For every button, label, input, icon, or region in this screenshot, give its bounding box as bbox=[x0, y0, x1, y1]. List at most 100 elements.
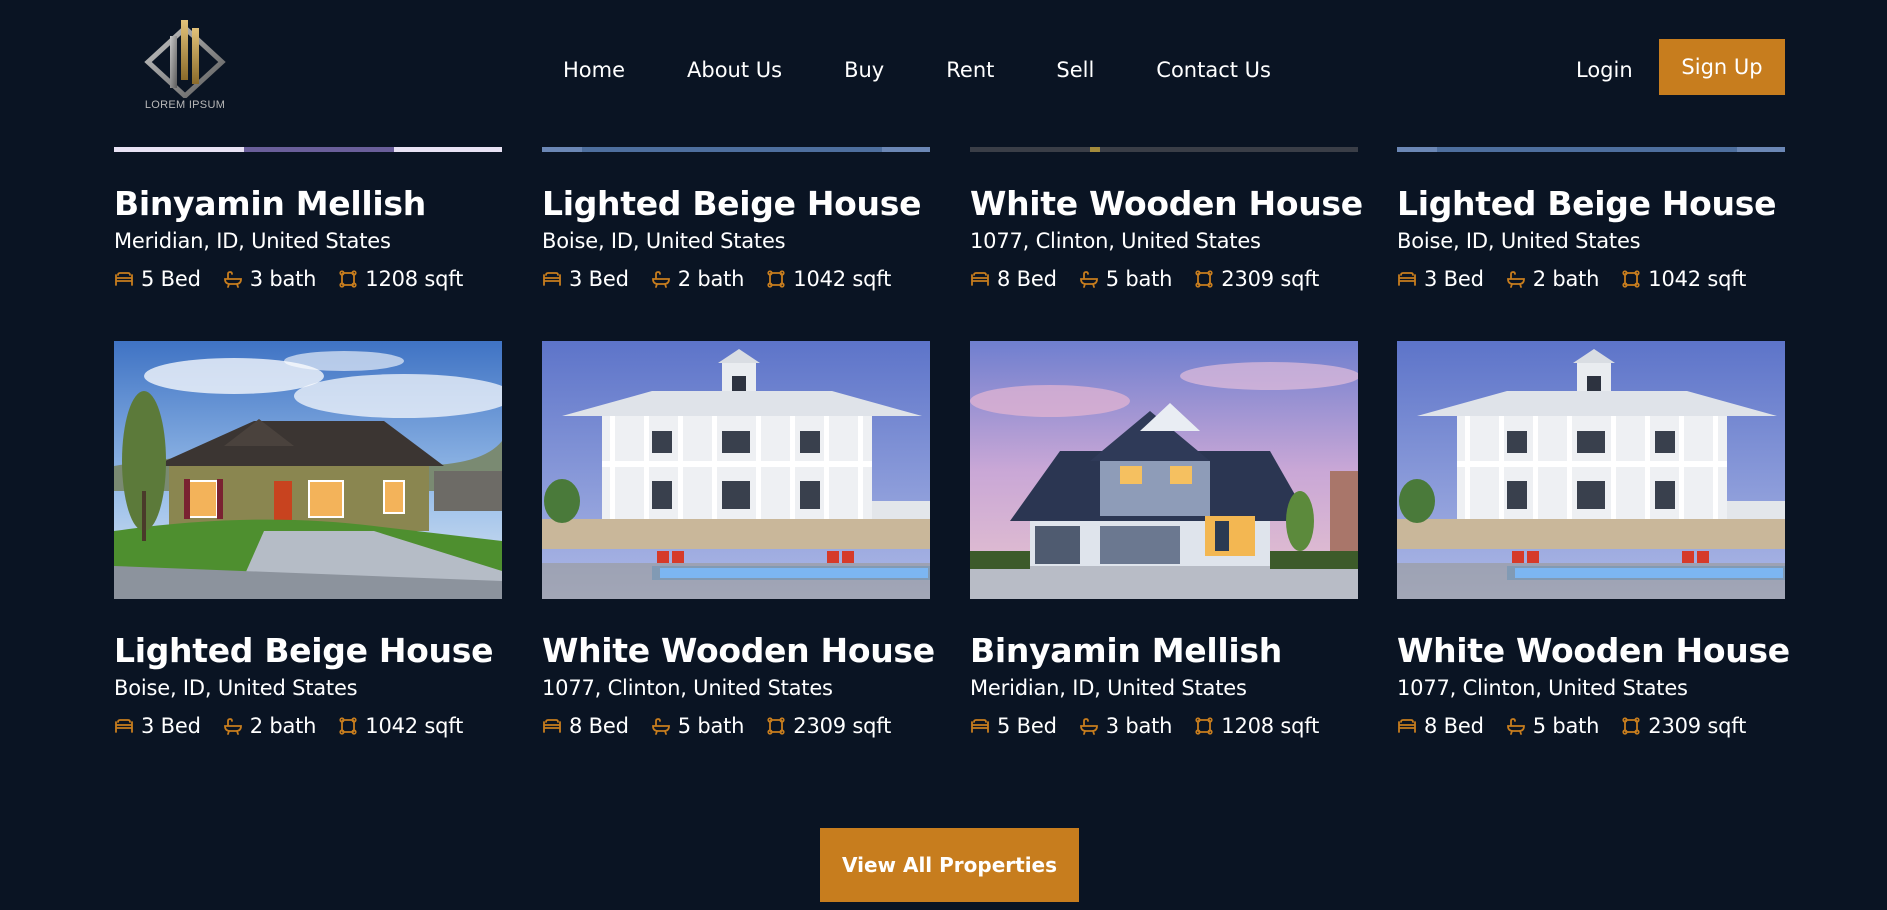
bath-icon bbox=[651, 269, 671, 289]
property-features: 3 Bed 2 bath 1042 sqft bbox=[542, 267, 930, 291]
bath-icon bbox=[1079, 716, 1099, 736]
bath-count: 5 bath bbox=[651, 714, 744, 738]
area-size: 2309 sqft bbox=[766, 714, 891, 738]
bed-icon bbox=[1397, 269, 1417, 289]
area-label: 1208 sqft bbox=[365, 267, 464, 291]
bed-icon bbox=[114, 716, 134, 736]
property-title[interactable]: Lighted Beige House bbox=[114, 631, 502, 670]
bath-label: 3 bath bbox=[1105, 714, 1173, 738]
view-all-properties-button[interactable]: View All Properties bbox=[820, 828, 1079, 902]
property-card[interactable]: White Wooden House 1077, Clinton, United… bbox=[970, 184, 1363, 291]
bed-label: 3 Bed bbox=[141, 714, 201, 738]
property-image[interactable] bbox=[970, 341, 1358, 599]
area-size: 1208 sqft bbox=[338, 267, 463, 291]
property-features: 8 Bed 5 bath 2309 sqft bbox=[542, 714, 930, 738]
property-card[interactable]: White Wooden House 1077, Clinton, United… bbox=[542, 341, 935, 738]
property-address: Boise, ID, United States bbox=[1397, 229, 1641, 253]
nav-item-sell[interactable]: Sell bbox=[1056, 58, 1094, 82]
nav-item-buy[interactable]: Buy bbox=[844, 58, 884, 82]
area-icon bbox=[1621, 716, 1641, 736]
property-card[interactable]: Binyamin Mellish Meridian, ID, United St… bbox=[970, 341, 1358, 738]
bed-label: 8 Bed bbox=[997, 267, 1057, 291]
property-title[interactable]: White Wooden House bbox=[1397, 631, 1790, 670]
area-label: 1042 sqft bbox=[1648, 267, 1747, 291]
property-title[interactable]: White Wooden House bbox=[970, 184, 1363, 223]
nav-item-home[interactable]: Home bbox=[563, 58, 625, 82]
property-card[interactable]: White Wooden House 1077, Clinton, United… bbox=[1397, 341, 1790, 738]
bath-label: 3 bath bbox=[249, 267, 317, 291]
bed-count: 3 Bed bbox=[1397, 267, 1484, 291]
area-icon bbox=[1194, 716, 1214, 736]
bed-count: 8 Bed bbox=[542, 714, 629, 738]
property-address: 1077, Clinton, United States bbox=[542, 676, 833, 700]
property-card[interactable]: Lighted Beige House Boise, ID, United St… bbox=[542, 184, 930, 291]
property-title[interactable]: Lighted Beige House bbox=[542, 184, 930, 223]
nav-item-rent[interactable]: Rent bbox=[946, 58, 994, 82]
area-label: 1042 sqft bbox=[365, 714, 464, 738]
area-size: 2309 sqft bbox=[1621, 714, 1746, 738]
bath-count: 2 bath bbox=[1506, 267, 1599, 291]
property-card[interactable]: Lighted Beige House Boise, ID, United St… bbox=[114, 341, 502, 738]
property-image[interactable] bbox=[542, 341, 930, 599]
property-address: 1077, Clinton, United States bbox=[1397, 676, 1688, 700]
property-features: 5 Bed 3 bath 1208 sqft bbox=[970, 714, 1358, 738]
bed-count: 3 Bed bbox=[542, 267, 629, 291]
logo-mark-icon bbox=[144, 20, 226, 98]
area-size: 2309 sqft bbox=[1194, 267, 1319, 291]
property-image[interactable] bbox=[114, 341, 502, 599]
bed-icon bbox=[542, 269, 562, 289]
bath-count: 5 bath bbox=[1506, 714, 1600, 738]
bed-label: 8 Bed bbox=[1424, 714, 1484, 738]
property-image-partial[interactable] bbox=[542, 143, 930, 152]
property-image[interactable] bbox=[1397, 341, 1785, 599]
brand-logo[interactable]: LOREM IPSUM bbox=[140, 16, 230, 116]
area-label: 1208 sqft bbox=[1221, 714, 1320, 738]
area-label: 2309 sqft bbox=[1221, 267, 1320, 291]
property-image-partial[interactable] bbox=[970, 143, 1358, 152]
bath-icon bbox=[223, 269, 243, 289]
property-title[interactable]: White Wooden House bbox=[542, 631, 935, 670]
area-icon bbox=[766, 716, 786, 736]
property-title[interactable]: Lighted Beige House bbox=[1397, 184, 1785, 223]
bed-count: 8 Bed bbox=[1397, 714, 1484, 738]
property-image-partial[interactable] bbox=[114, 143, 502, 152]
bath-count: 5 bath bbox=[1079, 267, 1173, 291]
bath-count: 2 bath bbox=[651, 267, 745, 291]
area-size: 1042 sqft bbox=[1621, 267, 1746, 291]
bath-icon bbox=[223, 716, 243, 736]
bed-icon bbox=[970, 716, 990, 736]
area-icon bbox=[338, 269, 358, 289]
area-icon bbox=[1194, 269, 1214, 289]
property-address: Meridian, ID, United States bbox=[114, 229, 391, 253]
property-address: Meridian, ID, United States bbox=[970, 676, 1247, 700]
area-size: 1042 sqft bbox=[766, 267, 891, 291]
bath-icon bbox=[1506, 269, 1526, 289]
bath-label: 2 bath bbox=[677, 267, 745, 291]
bath-label: 5 bath bbox=[1105, 267, 1173, 291]
main-nav: Home About Us Buy Rent Sell Contact Us bbox=[563, 50, 1271, 90]
bed-label: 3 Bed bbox=[1424, 267, 1484, 291]
signup-button[interactable]: Sign Up bbox=[1659, 39, 1785, 95]
login-link[interactable]: Login bbox=[1576, 50, 1633, 90]
area-size: 1208 sqft bbox=[1194, 714, 1319, 738]
property-card[interactable]: Binyamin Mellish Meridian, ID, United St… bbox=[114, 184, 502, 291]
property-title[interactable]: Binyamin Mellish bbox=[114, 184, 502, 223]
bed-label: 5 Bed bbox=[141, 267, 201, 291]
property-address: Boise, ID, United States bbox=[114, 676, 358, 700]
bed-count: 3 Bed bbox=[114, 714, 201, 738]
nav-item-about-us[interactable]: About Us bbox=[687, 58, 782, 82]
property-address: 1077, Clinton, United States bbox=[970, 229, 1261, 253]
bath-count: 3 bath bbox=[223, 267, 317, 291]
bed-icon bbox=[1397, 716, 1417, 736]
bath-count: 2 bath bbox=[223, 714, 316, 738]
area-icon bbox=[766, 269, 786, 289]
property-image-partial[interactable] bbox=[1397, 143, 1785, 152]
bed-label: 5 Bed bbox=[997, 714, 1057, 738]
site-header: LOREM IPSUM Home About Us Buy Rent Sell … bbox=[0, 0, 1887, 140]
nav-item-contact-us[interactable]: Contact Us bbox=[1156, 58, 1271, 82]
property-title[interactable]: Binyamin Mellish bbox=[970, 631, 1358, 670]
bath-icon bbox=[1079, 269, 1099, 289]
bath-label: 5 bath bbox=[1532, 714, 1600, 738]
property-card[interactable]: Lighted Beige House Boise, ID, United St… bbox=[1397, 184, 1785, 291]
area-label: 2309 sqft bbox=[793, 714, 892, 738]
